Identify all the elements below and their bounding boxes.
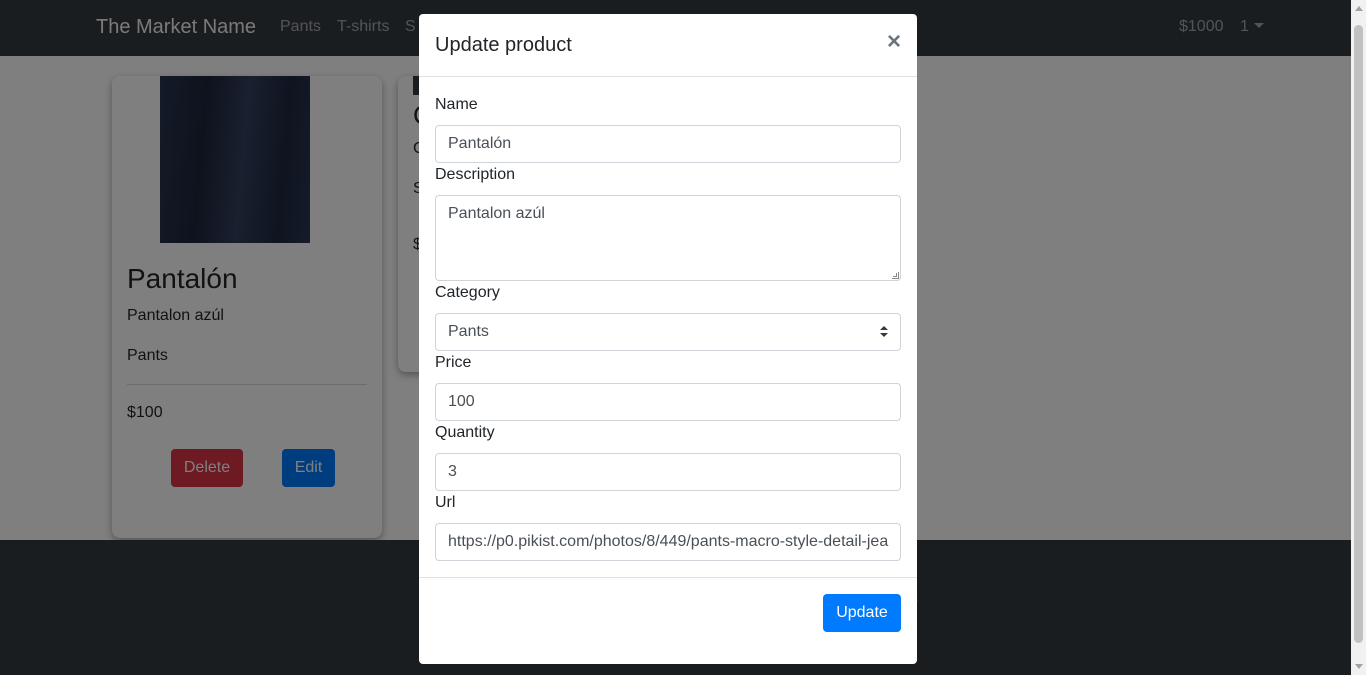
description-textarea[interactable]: Pantalon azúl bbox=[435, 195, 901, 281]
category-selected-value: Pants bbox=[448, 323, 489, 340]
scrollbar-thumb[interactable] bbox=[1354, 25, 1363, 643]
modal-title: Update product bbox=[435, 34, 572, 56]
name-label: Name bbox=[435, 96, 478, 113]
scroll-down-icon[interactable] bbox=[1355, 664, 1363, 669]
category-label: Category bbox=[435, 284, 500, 301]
select-arrows-icon bbox=[880, 326, 888, 338]
close-icon[interactable]: × bbox=[887, 28, 901, 56]
description-label: Description bbox=[435, 166, 516, 183]
scroll-up-icon[interactable] bbox=[1355, 6, 1363, 11]
quantity-input[interactable]: 3 bbox=[435, 453, 901, 491]
price-input[interactable]: 100 bbox=[435, 383, 901, 421]
modal-header: Update product × bbox=[419, 14, 917, 77]
modal-footer bbox=[419, 577, 917, 578]
description-value: Pantalon azúl bbox=[448, 205, 545, 222]
url-label: Url bbox=[435, 494, 456, 511]
name-input[interactable]: Pantalón bbox=[435, 125, 901, 163]
price-label: Price bbox=[435, 354, 472, 371]
url-input[interactable]: https://p0.pikist.com/photos/8/449/pants… bbox=[435, 523, 901, 561]
scrollbar[interactable] bbox=[1351, 0, 1366, 675]
quantity-label: Quantity bbox=[435, 424, 495, 441]
update-product-modal: Update product × Name Pantalón Descripti… bbox=[419, 14, 917, 664]
category-select[interactable]: Pants bbox=[435, 313, 901, 351]
resize-handle-icon[interactable] bbox=[892, 272, 899, 279]
update-button[interactable]: Update bbox=[823, 594, 901, 632]
